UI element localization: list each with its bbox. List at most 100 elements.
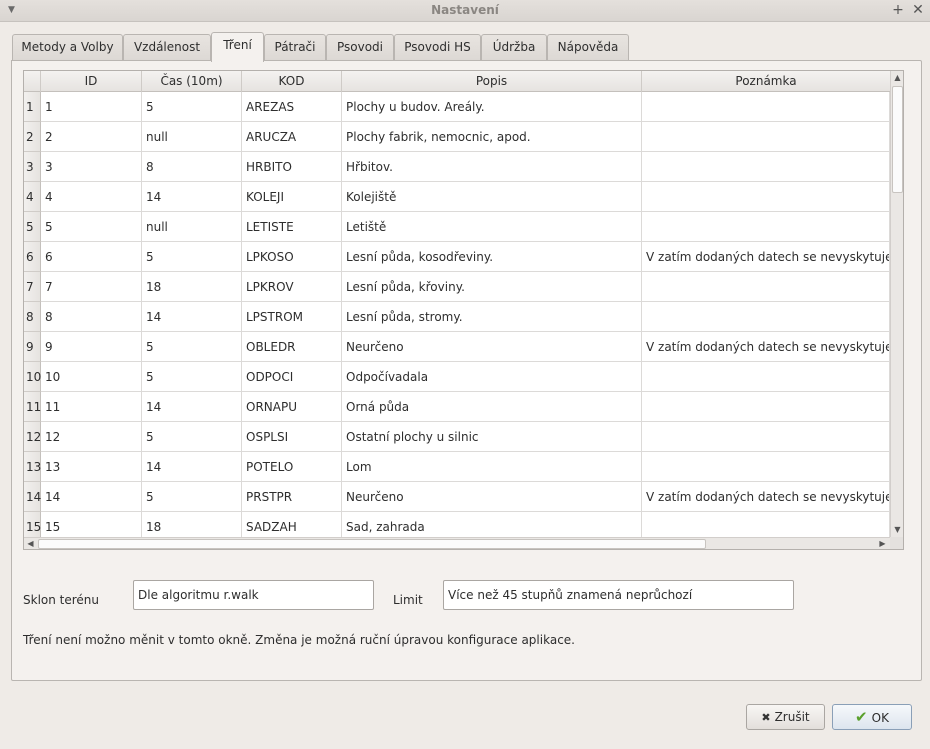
table-row[interactable]: 14 14 5 PRSTPR Neurčeno V zatím dodaných date… [24, 482, 890, 512]
cell-pozn[interactable] [642, 362, 890, 392]
cell-popis[interactable]: Lesní půda, kosodřeviny. [342, 242, 642, 272]
cell-kod[interactable]: ODPOCI [242, 362, 342, 392]
cell-kod[interactable]: KOLEJI [242, 182, 342, 212]
cell-cas[interactable]: 8 [142, 152, 242, 182]
column-header-kod[interactable]: KOD [242, 71, 342, 92]
row-number[interactable]: 10 [24, 362, 41, 392]
cell-pozn[interactable] [642, 182, 890, 212]
cell-cas[interactable]: 5 [142, 332, 242, 362]
table-row[interactable]: 12 12 5 OSPLSI Ostatní plochy u silnic [24, 422, 890, 452]
cell-id[interactable]: 8 [41, 302, 142, 332]
cell-pozn[interactable] [642, 152, 890, 182]
cell-kod[interactable]: LPSTROM [242, 302, 342, 332]
row-number[interactable]: 3 [24, 152, 41, 182]
cell-popis[interactable]: Neurčeno [342, 332, 642, 362]
vertical-scrollbar[interactable]: ▲ ▼ [890, 71, 903, 537]
tab-udrzba[interactable]: Údržba [481, 34, 547, 61]
column-header-popis[interactable]: Popis [342, 71, 642, 92]
cell-popis[interactable]: Kolejiště [342, 182, 642, 212]
cell-id[interactable]: 7 [41, 272, 142, 302]
cell-id[interactable]: 10 [41, 362, 142, 392]
table-row[interactable]: 2 2 null ARUCZA Plochy fabrik, nemocnic, apo… [24, 122, 890, 152]
cell-popis[interactable]: Lesní půda, stromy. [342, 302, 642, 332]
cell-popis[interactable]: Hřbitov. [342, 152, 642, 182]
scroll-up-icon[interactable]: ▲ [891, 71, 903, 84]
row-number[interactable]: 8 [24, 302, 41, 332]
cell-popis[interactable]: Lom [342, 452, 642, 482]
cell-popis[interactable]: Plochy fabrik, nemocnic, apod. [342, 122, 642, 152]
cell-kod[interactable]: OBLEDR [242, 332, 342, 362]
cell-kod[interactable]: ORNAPU [242, 392, 342, 422]
cell-pozn[interactable] [642, 392, 890, 422]
horizontal-scrollbar[interactable]: ◀ ▶ [24, 537, 890, 549]
row-number[interactable]: 7 [24, 272, 41, 302]
table-row[interactable]: 6 6 5 LPKOSO Lesní půda, kosodřeviny. V zatím… [24, 242, 890, 272]
row-number[interactable]: 13 [24, 452, 41, 482]
scroll-down-icon[interactable]: ▼ [891, 523, 903, 536]
table-row[interactable]: 7 7 18 LPKROV Lesní půda, křoviny. [24, 272, 890, 302]
cell-cas[interactable]: null [142, 212, 242, 242]
table-row[interactable]: 13 13 14 POTELO Lom [24, 452, 890, 482]
tab-vzdalenost[interactable]: Vzdálenost [123, 34, 211, 61]
tab-psovodi[interactable]: Psovodi [326, 34, 394, 61]
cell-pozn[interactable]: V zatím dodaných datech se nevyskytuje. [642, 242, 890, 272]
cell-cas[interactable]: 5 [142, 92, 242, 122]
cell-kod[interactable]: LPKOSO [242, 242, 342, 272]
cell-pozn[interactable] [642, 92, 890, 122]
cell-id[interactable]: 14 [41, 482, 142, 512]
cell-pozn[interactable]: V zatím dodaných datech se nevyskytuje. [642, 332, 890, 362]
table-row[interactable]: 10 10 5 ODPOCI Odpočívadala [24, 362, 890, 392]
horizontal-scroll-thumb[interactable] [38, 539, 706, 549]
vertical-scroll-thumb[interactable] [892, 86, 903, 193]
cell-id[interactable]: 1 [41, 92, 142, 122]
close-icon[interactable]: ✕ [910, 2, 926, 18]
cell-cas[interactable]: 14 [142, 452, 242, 482]
limit-field[interactable]: Více než 45 stupňů znamená neprůchozí [443, 580, 794, 610]
cell-id[interactable]: 11 [41, 392, 142, 422]
row-number[interactable]: 12 [24, 422, 41, 452]
cell-popis[interactable]: Ostatní plochy u silnic [342, 422, 642, 452]
cell-kod[interactable]: LETISTE [242, 212, 342, 242]
cell-kod[interactable]: PRSTPR [242, 482, 342, 512]
tab-napoveda[interactable]: Nápověda [547, 34, 629, 61]
cell-popis[interactable]: Odpočívadala [342, 362, 642, 392]
cell-kod[interactable]: ARUCZA [242, 122, 342, 152]
cell-pozn[interactable] [642, 212, 890, 242]
table-row[interactable]: 9 9 5 OBLEDR Neurčeno V zatím dodaných datech… [24, 332, 890, 362]
cell-popis[interactable]: Neurčeno [342, 482, 642, 512]
cell-cas[interactable]: 5 [142, 362, 242, 392]
ok-button[interactable]: ✔ OK [832, 704, 912, 730]
row-number[interactable]: 14 [24, 482, 41, 512]
tab-patraci[interactable]: Pátrači [264, 34, 326, 61]
cell-pozn[interactable] [642, 122, 890, 152]
cell-pozn[interactable]: V zatím dodaných datech se nevyskytuje. [642, 482, 890, 512]
cell-pozn[interactable] [642, 302, 890, 332]
cell-id[interactable]: 13 [41, 452, 142, 482]
cell-cas[interactable]: 14 [142, 182, 242, 212]
cell-cas[interactable]: 14 [142, 392, 242, 422]
cell-cas[interactable]: null [142, 122, 242, 152]
table-row[interactable]: 3 3 8 HRBITO Hřbitov. [24, 152, 890, 182]
cell-kod[interactable]: LPKROV [242, 272, 342, 302]
cell-kod[interactable]: POTELO [242, 452, 342, 482]
table-row[interactable]: 5 5 null LETISTE Letiště [24, 212, 890, 242]
table-row[interactable]: 4 4 14 KOLEJI Kolejiště [24, 182, 890, 212]
row-number[interactable]: 2 [24, 122, 41, 152]
row-number[interactable]: 5 [24, 212, 41, 242]
cell-popis[interactable]: Orná půda [342, 392, 642, 422]
row-number[interactable]: 4 [24, 182, 41, 212]
column-header-cas[interactable]: Čas (10m) [142, 71, 242, 92]
cell-id[interactable]: 4 [41, 182, 142, 212]
cell-id[interactable]: 9 [41, 332, 142, 362]
row-number[interactable]: 9 [24, 332, 41, 362]
cancel-button[interactable]: ✖ Zrušit [746, 704, 825, 730]
cell-id[interactable]: 5 [41, 212, 142, 242]
tab-psovodi-hs[interactable]: Psovodi HS [394, 34, 481, 61]
cell-cas[interactable]: 18 [142, 272, 242, 302]
table-row[interactable]: 1 1 5 AREZAS Plochy u budov. Areály. [24, 92, 890, 122]
cell-id[interactable]: 6 [41, 242, 142, 272]
cell-id[interactable]: 2 [41, 122, 142, 152]
cell-popis[interactable]: Plochy u budov. Areály. [342, 92, 642, 122]
cell-cas[interactable]: 14 [142, 302, 242, 332]
cell-cas[interactable]: 5 [142, 422, 242, 452]
